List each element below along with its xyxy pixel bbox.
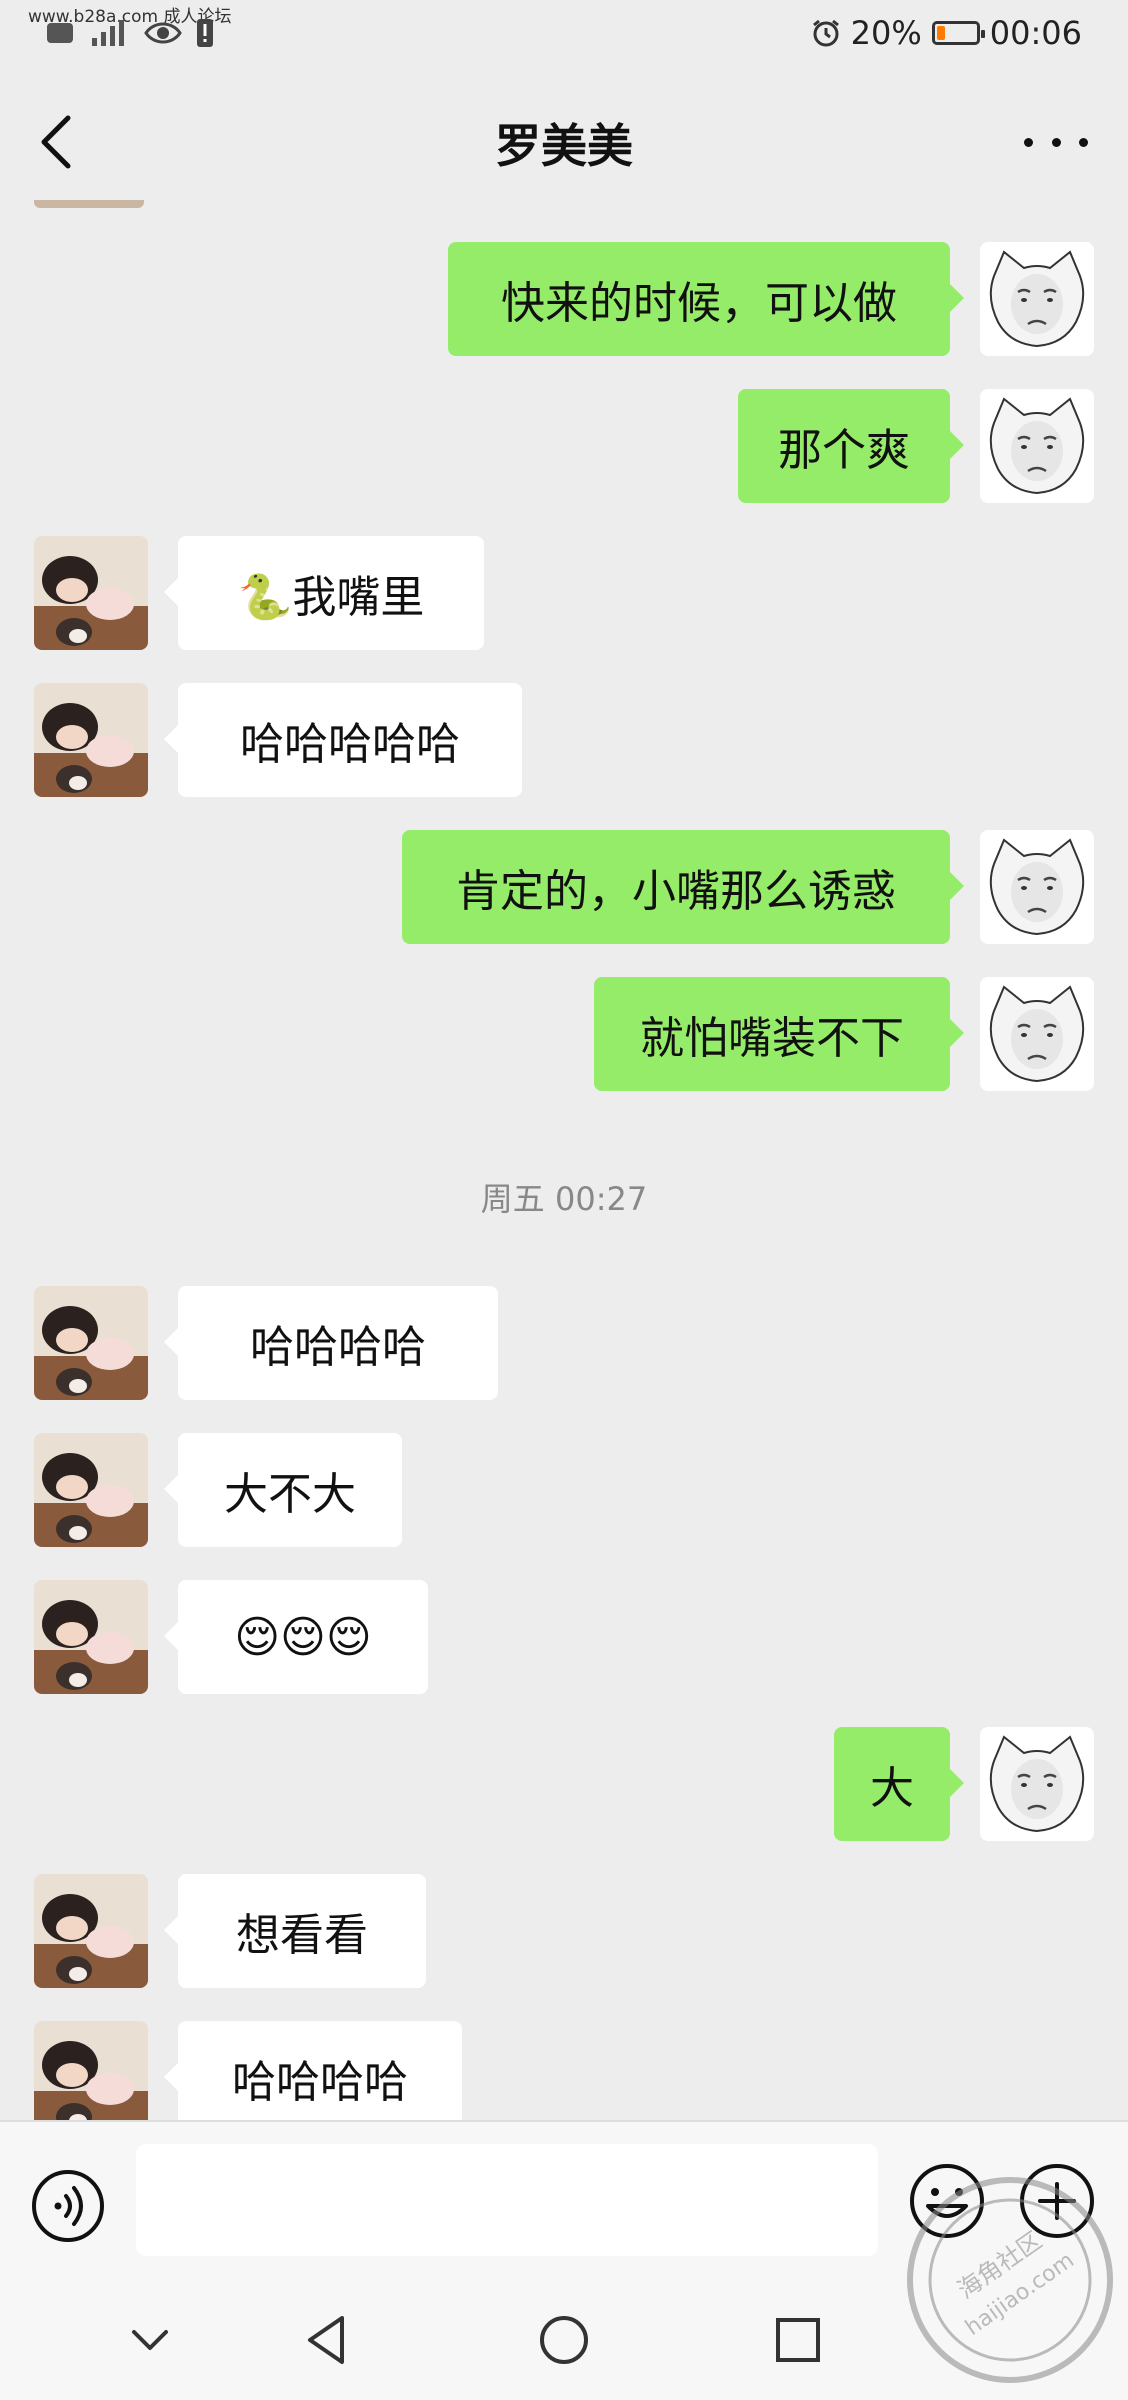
avatar-contact[interactable] [34, 1580, 148, 1694]
home-circle-icon[interactable] [534, 2310, 594, 2370]
avatar-contact[interactable] [34, 2021, 148, 2120]
chat-area[interactable]: 快来的时候，可以做 那个爽 🐍我嘴里 哈哈哈哈哈 肯定的，小嘴那么诱惑 就怕嘴装… [0, 200, 1128, 2120]
alert-icon [197, 19, 213, 47]
message-incoming: 哈哈哈哈哈 [0, 683, 1128, 797]
chat-header: 罗美美 [0, 72, 1128, 208]
status-bar: www.b28a.com 成人论坛 20% 00:06 [0, 0, 1128, 72]
voice-icon[interactable] [30, 2168, 106, 2244]
message-bubble[interactable]: 大不大 [164, 1433, 402, 1547]
message-bubble[interactable]: 哈哈哈哈哈 [164, 683, 522, 797]
avatar-contact[interactable] [34, 683, 148, 797]
message-outgoing: 大 [0, 1727, 1128, 1841]
signal-icon [92, 20, 124, 46]
message-timestamp: 周五 00:27 [480, 1180, 648, 1218]
battery-icon [931, 21, 985, 45]
message-bubble[interactable]: 想看看 [164, 1874, 426, 1988]
message-bubble[interactable]: 大 [834, 1727, 964, 1841]
more-dots-icon[interactable] [1024, 122, 1088, 162]
message-outgoing: 那个爽 [0, 389, 1128, 503]
message-incoming: 😌😌😌 [0, 1580, 1128, 1694]
partial-message [34, 200, 554, 208]
message-incoming: 想看看 [0, 1874, 1128, 1988]
avatar-self[interactable] [980, 977, 1094, 1091]
avatar-contact[interactable] [34, 1874, 148, 1988]
message-bubble[interactable]: 🐍我嘴里 [164, 536, 484, 650]
message-bubble[interactable]: 肯定的，小嘴那么诱惑 [402, 830, 964, 944]
message-incoming: 🐍我嘴里 [0, 536, 1128, 650]
back-triangle-icon[interactable] [298, 2310, 358, 2370]
avatar-self[interactable] [980, 389, 1094, 503]
eye-icon [144, 22, 182, 44]
battery-percent: 20% [850, 14, 922, 52]
message-bubble[interactable]: 那个爽 [738, 389, 964, 503]
message-incoming: 哈哈哈哈 [0, 2021, 1128, 2120]
clock: 00:06 [989, 14, 1082, 52]
chat-title: 罗美美 [495, 119, 633, 173]
message-bubble[interactable]: 快来的时候，可以做 [448, 242, 964, 356]
message-incoming: 大不大 [0, 1433, 1128, 1547]
battery-level [936, 26, 945, 40]
status-right: 20% 00:06 [811, 14, 1082, 52]
message-outgoing: 就怕嘴装不下 [0, 977, 1128, 1091]
message-outgoing: 肯定的，小嘴那么诱惑 [0, 830, 1128, 944]
recents-square-icon[interactable] [768, 2310, 828, 2370]
avatar-contact[interactable] [34, 536, 148, 650]
message-bubble[interactable]: 哈哈哈哈 [164, 1286, 498, 1400]
avatar-self[interactable] [980, 1727, 1094, 1841]
avatar-self[interactable] [980, 242, 1094, 356]
avatar-contact[interactable] [34, 1433, 148, 1547]
watermark-stamp: 海角社区 haijiao.com [907, 2177, 1113, 2383]
hide-keyboard-icon[interactable] [120, 2310, 180, 2370]
avatar-contact[interactable] [34, 1286, 148, 1400]
message-bubble[interactable]: 😌😌😌 [164, 1580, 428, 1694]
alarm-icon [812, 19, 839, 47]
status-left-icons [46, 18, 214, 48]
avatar-self[interactable] [980, 830, 1094, 944]
message-input[interactable] [136, 2144, 878, 2256]
message-bubble[interactable]: 哈哈哈哈 [164, 2021, 462, 2120]
message-bubble[interactable]: 就怕嘴装不下 [594, 977, 964, 1091]
message-incoming: 哈哈哈哈 [0, 1286, 1128, 1400]
notification-icon [47, 23, 73, 43]
message-outgoing: 快来的时候，可以做 [0, 242, 1128, 356]
